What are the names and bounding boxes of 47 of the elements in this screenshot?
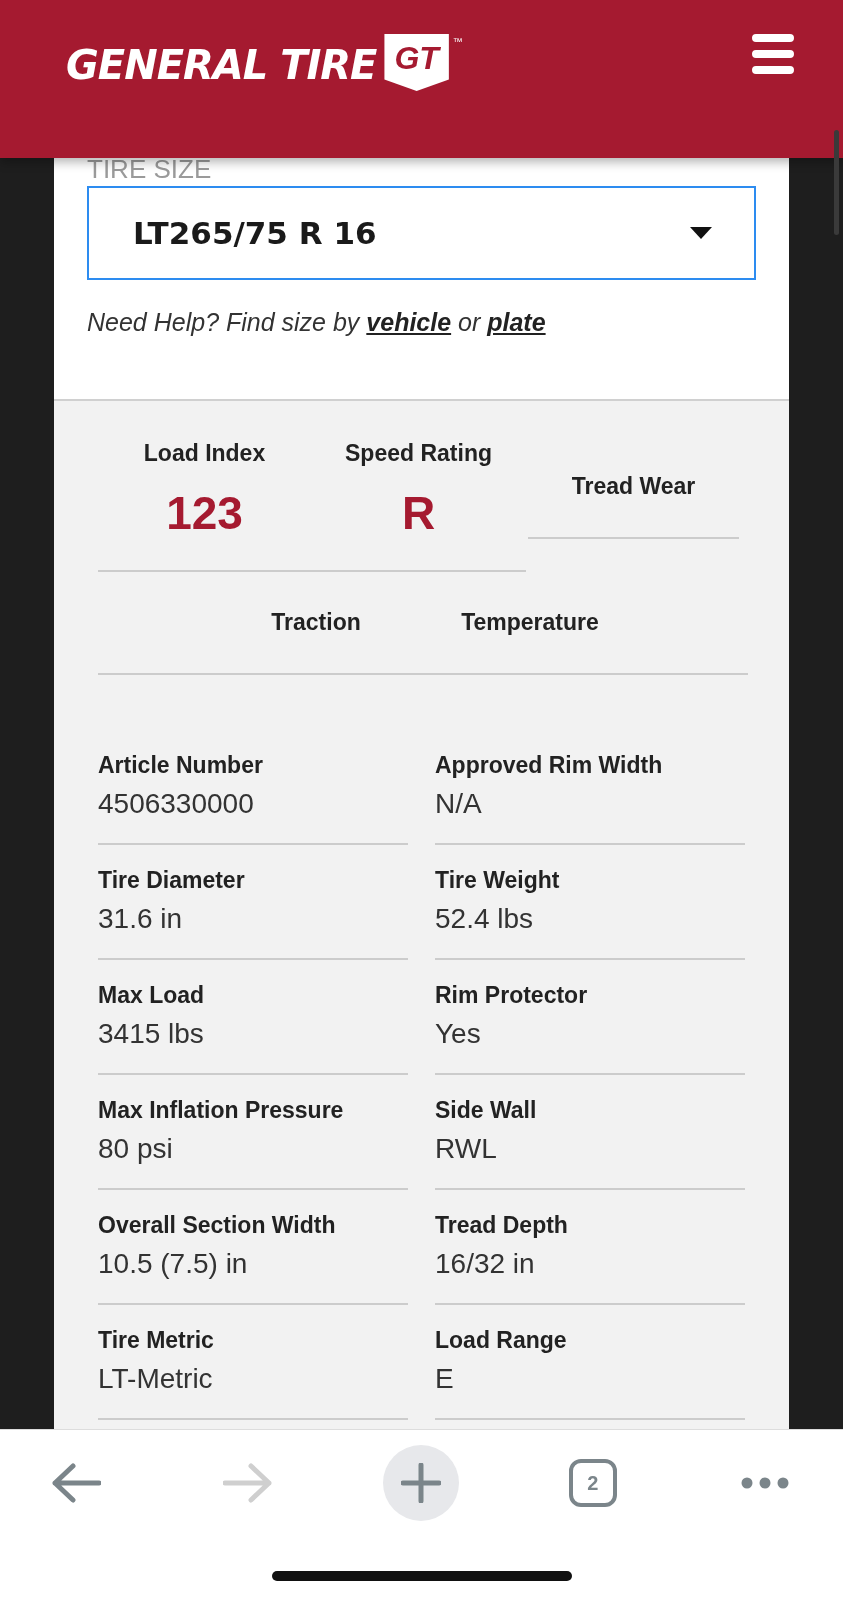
rating-label: Tread Wear — [570, 472, 697, 501]
spec-value: 52.4 lbs — [435, 902, 535, 936]
spec-label: Tire Weight — [435, 866, 561, 895]
trademark-sign: ™ — [452, 36, 463, 47]
spec-label: Tire Diameter — [98, 866, 246, 895]
tab-count: 2 — [568, 1459, 617, 1507]
vehicle-link[interactable]: vehicle — [366, 308, 452, 336]
plus-icon — [400, 1463, 441, 1503]
spec-label: Tread Depth — [435, 1211, 569, 1240]
spec-label: Overall Section Width — [98, 1211, 337, 1240]
tire-size-dropdown[interactable]: LT265/75 R 16 — [87, 186, 756, 280]
rating-label: Traction — [270, 608, 362, 637]
back-arrow-icon — [51, 1463, 101, 1503]
rating-label: Load Index — [142, 439, 267, 468]
spec-label: Side Wall — [435, 1096, 538, 1125]
brand-name[interactable]: GENERAL TIRE — [66, 42, 377, 88]
logo-badge: GT — [384, 34, 449, 91]
spec-value: LT-Metric — [98, 1362, 214, 1396]
spec-label: Approved Rim Width — [435, 751, 664, 780]
spec-value: 4506330000 — [98, 787, 255, 821]
spec-value: 16/32 in — [435, 1247, 536, 1281]
spec-value: N/A — [435, 787, 483, 821]
forward-arrow-icon — [223, 1463, 274, 1503]
plate-link[interactable]: plate — [487, 308, 546, 336]
spec-value: 3415 lbs — [98, 1017, 205, 1051]
more-icon — [740, 1476, 790, 1490]
rating-value: 123 — [165, 486, 244, 541]
spec-value: RWL — [435, 1132, 498, 1166]
tabs-button[interactable]: 2 — [554, 1445, 631, 1521]
menu-icon[interactable] — [751, 32, 795, 76]
spec-label: Load Range — [435, 1326, 568, 1355]
rating-label: Speed Rating — [344, 439, 493, 468]
spec-value: Yes — [435, 1017, 482, 1051]
rating-label: Temperature — [460, 608, 600, 637]
field-label: TIRE SIZE — [87, 158, 213, 184]
spec-label: Rim Protector — [435, 981, 589, 1010]
spec-value: E — [435, 1362, 455, 1396]
spec-label: Max Load — [98, 981, 206, 1010]
dropdown-caret-icon — [690, 227, 712, 239]
spec-value: 31.6 in — [98, 902, 184, 936]
spec-value: 80 psi — [98, 1132, 174, 1166]
help-text: Need Help? Find size by vehicle or plate — [87, 308, 547, 337]
rating-value: R — [400, 486, 437, 541]
spec-value: 10.5 (7.5) in — [98, 1247, 249, 1281]
spec-label: Max Inflation Pressure — [98, 1096, 345, 1125]
spec-label: Article Number — [98, 751, 264, 780]
spec-label: Tire Metric — [98, 1326, 215, 1355]
